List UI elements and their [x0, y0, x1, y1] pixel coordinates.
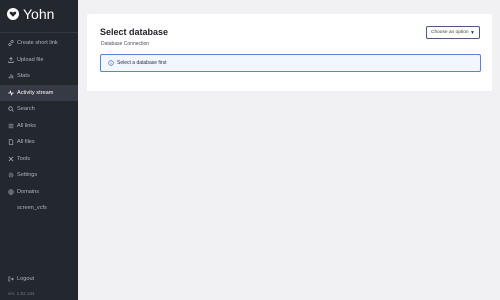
sidebar-item-label: Upload file [17, 56, 44, 63]
database-select[interactable]: Choose an option ▼ [426, 26, 480, 39]
version-text: ver. 1.62.184 [8, 291, 35, 296]
brand-name: Yohn [23, 6, 55, 22]
activity-icon [8, 89, 14, 96]
sidebar-item-create-short-link[interactable]: Create short link [0, 35, 78, 52]
logout-section: Logout [0, 271, 78, 288]
main-content: Select database Database Connection Choo… [78, 0, 500, 300]
info-alert: Select a database first [100, 54, 481, 72]
list-icon [8, 123, 14, 129]
sidebar-item-label: Stats [17, 73, 30, 80]
sidebar-nav: Create short link Upload file Stats Acti… [0, 35, 78, 217]
alert-message: Select a database first [117, 60, 167, 66]
sidebar-item-label: Create short link [17, 40, 58, 47]
sidebar-divider [0, 32, 78, 33]
sidebar-item-screen-vcfs[interactable]: screen_vcfs [0, 200, 78, 217]
page-subtitle: Database Connection [101, 41, 150, 47]
sidebar-item-search[interactable]: Search [0, 101, 78, 118]
sidebar-item-label: Activity stream [17, 89, 54, 96]
sidebar-item-label: Settings [17, 172, 38, 179]
logout-label: Logout [17, 276, 35, 283]
logout-button[interactable]: Logout [0, 271, 78, 288]
sidebar-item-all-links[interactable]: All links [0, 118, 78, 135]
database-card: Select database Database Connection Choo… [87, 14, 492, 91]
globe-icon [8, 189, 14, 195]
logout-icon [8, 276, 14, 282]
sidebar-item-all-files[interactable]: All files [0, 134, 78, 151]
sidebar-item-label: screen_vcfs [17, 205, 47, 212]
dot-icon [8, 205, 14, 211]
bar-chart-icon [8, 73, 14, 79]
sidebar-item-tools[interactable]: Tools [0, 151, 78, 168]
sidebar: Yohn Create short link Upload file Stats… [0, 0, 78, 300]
upload-icon [8, 56, 14, 63]
heart-logo-icon [7, 8, 19, 20]
page-title: Select database [100, 27, 169, 37]
brand-logo[interactable]: Yohn [7, 6, 54, 22]
info-icon [108, 60, 114, 66]
sidebar-item-label: Search [17, 106, 35, 113]
gear-icon [8, 172, 14, 178]
sidebar-item-activity-stream[interactable]: Activity stream [0, 84, 78, 101]
search-icon [8, 106, 14, 112]
sidebar-item-label: Domains [17, 188, 40, 195]
link-icon [8, 40, 14, 47]
database-select-value: Choose an option [431, 30, 469, 35]
caret-down-icon: ▼ [470, 30, 475, 36]
sidebar-item-stats[interactable]: Stats [0, 68, 78, 85]
sidebar-item-label: Tools [17, 155, 31, 162]
sidebar-item-settings[interactable]: Settings [0, 167, 78, 184]
file-icon [8, 139, 14, 145]
tools-icon [8, 156, 14, 162]
sidebar-item-upload-file[interactable]: Upload file [0, 52, 78, 69]
sidebar-item-label: All links [17, 122, 36, 129]
sidebar-item-domains[interactable]: Domains [0, 184, 78, 201]
sidebar-item-label: All files [17, 139, 35, 146]
